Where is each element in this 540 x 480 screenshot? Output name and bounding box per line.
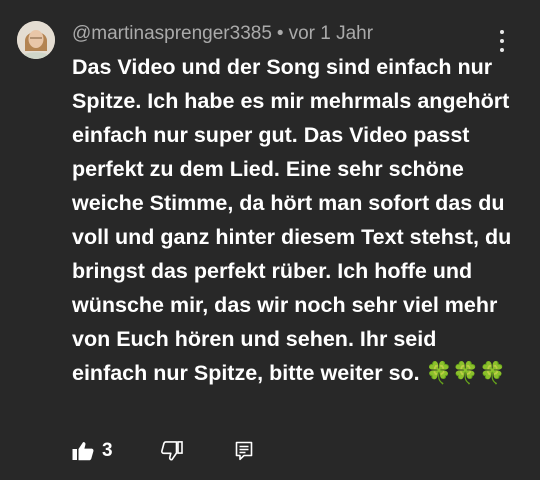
avatar-image bbox=[17, 21, 55, 59]
separator-dot: • bbox=[276, 23, 284, 44]
reply-button[interactable] bbox=[235, 441, 253, 461]
comment-header: @martinasprenger3385 • vor 1 Jahr bbox=[72, 22, 373, 46]
comment-text: Das Video und der Song sind einfach nur … bbox=[72, 55, 512, 385]
like-button[interactable]: 3 bbox=[72, 440, 113, 462]
like-count: 3 bbox=[102, 440, 113, 461]
comment-reply-icon bbox=[235, 441, 252, 461]
dislike-button[interactable] bbox=[160, 441, 183, 461]
author-name[interactable]: @martinasprenger3385 bbox=[72, 23, 272, 44]
more-vert-icon-dot bbox=[500, 39, 504, 43]
more-vert-icon-dot bbox=[500, 30, 504, 34]
thumb-down-outline-icon bbox=[160, 441, 183, 461]
thumb-up-filled-icon bbox=[72, 442, 94, 461]
timestamp[interactable]: vor 1 Jahr bbox=[289, 23, 373, 44]
avatar[interactable] bbox=[17, 21, 55, 59]
comment-actions: 3 bbox=[72, 438, 253, 464]
